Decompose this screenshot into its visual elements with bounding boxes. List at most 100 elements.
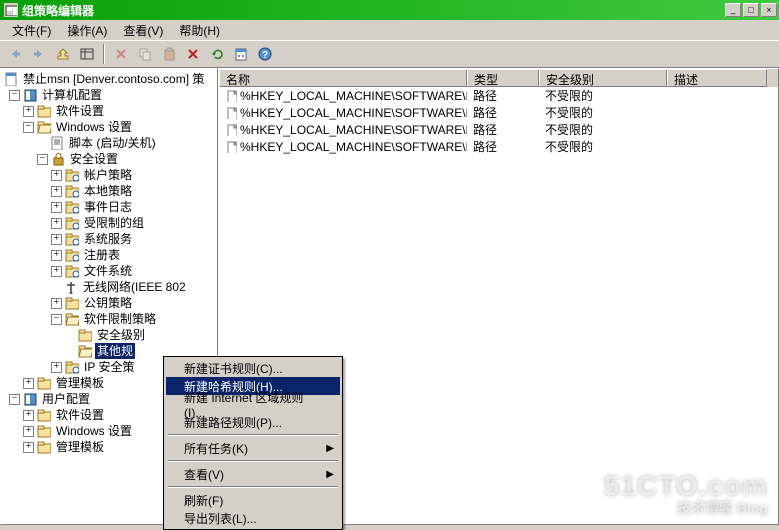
list-row[interactable]: %HKEY_LOCAL_MACHINE\SOFTWARE\Micro...路径不…	[219, 104, 778, 121]
column-security-level[interactable]: 安全级别	[539, 69, 667, 87]
toolbar	[0, 40, 779, 68]
column-type[interactable]: 类型	[467, 69, 539, 87]
menu-new-path-rule[interactable]: 新建路径规则(P)...	[166, 413, 340, 431]
tree-security-settings[interactable]: − 安全设置	[3, 151, 217, 167]
tree-account-policy[interactable]: + 帐户策略	[3, 167, 217, 183]
lock-icon	[50, 152, 66, 166]
submenu-arrow-icon: ▶	[326, 469, 334, 480]
cell-type: 路径	[467, 138, 539, 155]
file-icon	[225, 123, 237, 137]
cut-button[interactable]	[110, 43, 132, 65]
copy-button[interactable]	[134, 43, 156, 65]
expander-plus-icon[interactable]: +	[51, 266, 62, 277]
expander-plus-icon[interactable]: +	[23, 442, 34, 453]
expander-plus-icon[interactable]: +	[23, 378, 34, 389]
expander-plus-icon[interactable]: +	[23, 426, 34, 437]
book-icon	[22, 392, 38, 406]
cell-type: 路径	[467, 121, 539, 138]
menu-export-list[interactable]: 导出列表(L)...	[166, 509, 340, 527]
cell-level: 不受限的	[539, 121, 667, 138]
cell-name: %HKEY_LOCAL_MACHINE\SOFTWARE\Micro...	[219, 89, 467, 103]
expander-plus-icon[interactable]: +	[51, 362, 62, 373]
column-name[interactable]: 名称	[219, 69, 467, 87]
script-icon	[49, 136, 65, 150]
show-console-button[interactable]	[76, 43, 98, 65]
cell-type: 路径	[467, 104, 539, 121]
tree-public-key[interactable]: + 公钥策略	[3, 295, 217, 311]
watermark: 51CTO.com 技术博客 Blog	[604, 470, 768, 518]
forward-button[interactable]	[28, 43, 50, 65]
expander-plus-icon[interactable]: +	[51, 234, 62, 245]
export-button[interactable]	[230, 43, 252, 65]
expander-plus-icon[interactable]: +	[51, 186, 62, 197]
tree-security-level[interactable]: 安全级别	[3, 327, 217, 343]
tree-wireless[interactable]: 无线网络(IEEE 802	[3, 279, 217, 295]
delete-button[interactable]	[182, 43, 204, 65]
tree-local-policy[interactable]: + 本地策略	[3, 183, 217, 199]
submenu-arrow-icon: ▶	[326, 443, 334, 454]
expander-minus-icon[interactable]: −	[51, 314, 62, 325]
expander-minus-icon[interactable]: −	[37, 154, 48, 165]
menu-separator	[168, 434, 338, 436]
list-row[interactable]: %HKEY_LOCAL_MACHINE\SOFTWARE\Micro...路径不…	[219, 138, 778, 155]
tree-registry[interactable]: + 注册表	[3, 247, 217, 263]
tree-scripts[interactable]: 脚本 (启动/关机)	[3, 135, 217, 151]
file-icon	[225, 106, 237, 120]
back-button[interactable]	[4, 43, 26, 65]
cell-name: %HKEY_LOCAL_MACHINE\SOFTWARE\Micro...	[219, 140, 467, 154]
expander-plus-icon[interactable]: +	[23, 410, 34, 421]
node-icon	[64, 184, 80, 198]
tree-computer-config[interactable]: − 计算机配置	[3, 87, 217, 103]
expander-plus-icon[interactable]: +	[51, 218, 62, 229]
folder-icon	[36, 424, 52, 438]
list-row[interactable]: %HKEY_LOCAL_MACHINE\SOFTWARE\Micro...路径不…	[219, 87, 778, 104]
paste-button[interactable]	[158, 43, 180, 65]
tree-system-services[interactable]: + 系统服务	[3, 231, 217, 247]
folder-icon	[36, 408, 52, 422]
refresh-button[interactable]	[206, 43, 228, 65]
workspace: 禁止msn [Denver.contoso.com] 策 − 计算机配置 + 软…	[0, 68, 779, 525]
tree-software-restriction[interactable]: − 软件限制策略	[3, 311, 217, 327]
expander-plus-icon[interactable]: +	[51, 202, 62, 213]
expander-plus-icon[interactable]: +	[51, 250, 62, 261]
tree-restricted-groups[interactable]: + 受限制的组	[3, 215, 217, 231]
node-icon	[64, 216, 80, 230]
expander-plus-icon[interactable]: +	[51, 298, 62, 309]
folder-open-icon	[36, 120, 52, 134]
close-button[interactable]: ×	[761, 3, 777, 17]
tree-software-settings[interactable]: + 软件设置	[3, 103, 217, 119]
expander-minus-icon[interactable]: −	[9, 90, 20, 101]
node-icon	[64, 168, 80, 182]
expander-minus-icon[interactable]: −	[9, 394, 20, 405]
cell-type: 路径	[467, 87, 539, 104]
expander-minus-icon[interactable]: −	[23, 122, 34, 133]
menu-new-cert-rule[interactable]: 新建证书规则(C)...	[166, 359, 340, 377]
menu-help[interactable]: 帮助(H)	[171, 20, 228, 41]
node-icon	[64, 232, 80, 246]
menu-view[interactable]: 查看(V)▶	[166, 465, 340, 483]
column-description[interactable]: 描述	[667, 69, 767, 87]
minimize-button[interactable]: _	[725, 3, 741, 17]
menu-new-internet-rule[interactable]: 新建 Internet 区域规则(I)...	[166, 395, 340, 413]
context-menu: 新建证书规则(C)... 新建哈希规则(H)... 新建 Internet 区域…	[163, 356, 343, 530]
expander-plus-icon[interactable]: +	[23, 106, 34, 117]
tree-root[interactable]: 禁止msn [Denver.contoso.com] 策	[3, 71, 217, 87]
file-icon	[225, 140, 237, 154]
tree-label-selected: 其他规	[95, 343, 135, 359]
menu-action[interactable]: 操作(A)	[59, 20, 115, 41]
menu-file[interactable]: 文件(F)	[4, 20, 59, 41]
menu-refresh[interactable]: 刷新(F)	[166, 491, 340, 509]
up-button[interactable]	[52, 43, 74, 65]
tree-file-system[interactable]: + 文件系统	[3, 263, 217, 279]
menu-separator	[168, 486, 338, 488]
maximize-button[interactable]: □	[743, 3, 759, 17]
node-icon	[64, 360, 80, 374]
expander-plus-icon[interactable]: +	[51, 170, 62, 181]
menu-all-tasks[interactable]: 所有任务(K)▶	[166, 439, 340, 457]
menu-view[interactable]: 查看(V)	[115, 20, 171, 41]
tree-windows-settings[interactable]: − Windows 设置	[3, 119, 217, 135]
wifi-icon	[63, 280, 79, 294]
tree-event-log[interactable]: + 事件日志	[3, 199, 217, 215]
list-row[interactable]: %HKEY_LOCAL_MACHINE\SOFTWARE\Micro...路径不…	[219, 121, 778, 138]
help-button[interactable]	[254, 43, 276, 65]
